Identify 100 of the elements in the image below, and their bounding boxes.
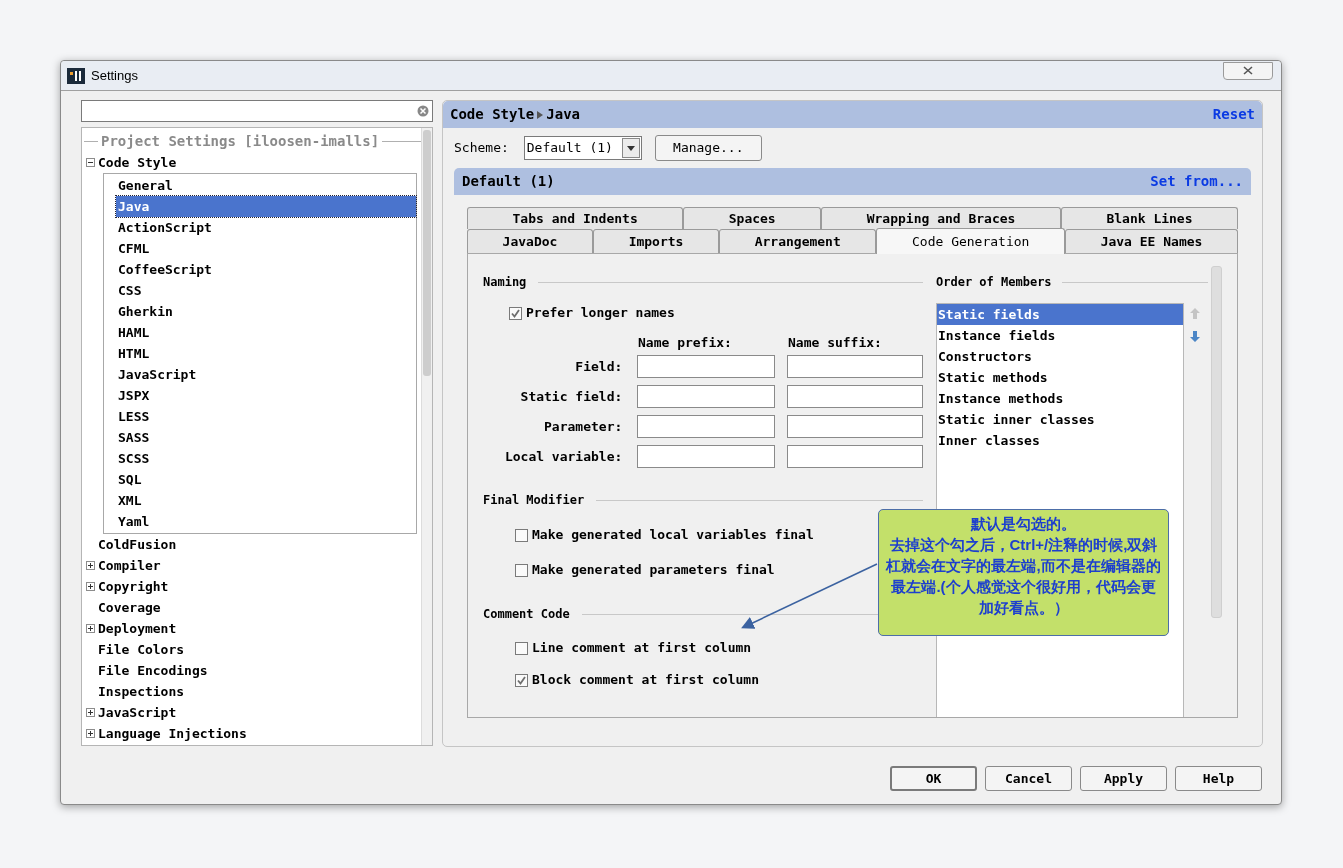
section-title: Final Modifier bbox=[483, 492, 586, 509]
tree-item[interactable]: ColdFusion bbox=[98, 534, 177, 555]
tree-item[interactable]: Deployment bbox=[98, 618, 177, 639]
dialog-button[interactable]: Help bbox=[1175, 766, 1262, 791]
checkbox[interactable] bbox=[515, 673, 528, 687]
manage-button[interactable]: Manage... bbox=[654, 135, 762, 161]
tree-item[interactable]: General bbox=[116, 175, 416, 196]
checkbox[interactable] bbox=[509, 306, 522, 320]
tab[interactable]: Java EE Names bbox=[1065, 229, 1238, 253]
suffix-field[interactable] bbox=[786, 385, 923, 408]
tree-item[interactable]: HTML bbox=[116, 343, 416, 364]
tree-item[interactable]: Copyright bbox=[98, 576, 169, 597]
clear-icon bbox=[417, 105, 429, 117]
tab[interactable]: Wrapping and Braces bbox=[821, 207, 1061, 229]
search-field[interactable] bbox=[81, 100, 433, 122]
tree-item[interactable]: Language Injections bbox=[98, 723, 247, 744]
list-item[interactable]: Static fields bbox=[937, 304, 1183, 325]
list-item[interactable]: Static methods bbox=[937, 367, 1183, 388]
callout-text: 去掉这个勾之后，Ctrl+/注释的时候,双斜杠就会在文字的最左端,而不是在编辑器的最左端.(个人感觉这个很好用，代码会更加好看点。） bbox=[885, 535, 1162, 618]
tree-item[interactable]: CSS bbox=[116, 280, 416, 301]
prefix-field[interactable] bbox=[637, 385, 775, 408]
tree-item[interactable]: Code Style bbox=[98, 152, 177, 173]
tree-item[interactable]: CFML bbox=[116, 238, 416, 259]
prefix-field[interactable] bbox=[637, 415, 775, 438]
collapse-icon[interactable] bbox=[86, 158, 95, 167]
tree-item[interactable]: File Encodings bbox=[98, 660, 208, 681]
checkbox[interactable] bbox=[515, 528, 528, 542]
tree-item[interactable]: LESS bbox=[116, 406, 416, 427]
tree-item[interactable]: SQL bbox=[116, 469, 416, 490]
dialog-button[interactable]: Apply bbox=[1080, 766, 1167, 791]
close-button[interactable] bbox=[1223, 61, 1273, 80]
callout-title: 默认是勾选的。 bbox=[971, 514, 1076, 534]
tree-item[interactable]: ActionScript bbox=[116, 217, 416, 238]
section-title: Comment Code bbox=[483, 606, 571, 623]
list-item[interactable]: Constructors bbox=[937, 346, 1183, 367]
field-label: Field: bbox=[574, 357, 623, 376]
field-label: Parameter: bbox=[543, 417, 623, 436]
expand-icon[interactable] bbox=[86, 582, 95, 591]
section-title: Project Settings [iloosen-imalls] bbox=[100, 131, 381, 151]
tree-item[interactable]: JSPX bbox=[116, 385, 416, 406]
tab[interactable]: Arrangement bbox=[719, 229, 877, 253]
column-header: Name prefix: bbox=[638, 334, 733, 349]
section-title: Naming bbox=[483, 274, 528, 291]
dialog-button[interactable]: Cancel bbox=[985, 766, 1072, 791]
set-from-link[interactable]: Set from... bbox=[1150, 171, 1243, 192]
tree-item[interactable]: SCSS bbox=[116, 448, 416, 469]
tree-item[interactable]: JavaScript bbox=[98, 702, 177, 723]
move-down-icon[interactable] bbox=[1189, 330, 1201, 343]
checkbox[interactable] bbox=[515, 641, 528, 655]
tree-item[interactable]: Compiler bbox=[98, 555, 161, 576]
checkbox-label: Block comment at first column bbox=[532, 671, 759, 690]
tree-item[interactable]: XML bbox=[116, 490, 416, 511]
prefix-field[interactable] bbox=[637, 355, 775, 378]
suffix-field[interactable] bbox=[786, 415, 923, 438]
reset-link[interactable]: Reset bbox=[1212, 104, 1255, 125]
list-item[interactable]: Static inner classes bbox=[937, 409, 1183, 430]
scheme-label: Scheme: bbox=[454, 139, 509, 158]
checkbox-label: Prefer longer names bbox=[526, 304, 675, 323]
field-label: Local variable: bbox=[503, 447, 623, 466]
tree-item[interactable]: HAML bbox=[116, 322, 416, 343]
window-title: Settings bbox=[91, 66, 138, 85]
scheme-dropdown[interactable]: Default (1) bbox=[523, 136, 642, 160]
tree-item[interactable]: JavaScript bbox=[116, 364, 416, 385]
suffix-field[interactable] bbox=[786, 445, 923, 468]
checkbox-label: Line comment at first column bbox=[532, 639, 752, 658]
prefix-field[interactable] bbox=[637, 445, 775, 468]
expand-icon[interactable] bbox=[86, 561, 95, 570]
tab[interactable]: Imports bbox=[593, 229, 720, 253]
column-header: Name suffix: bbox=[788, 334, 882, 349]
app-logo-icon bbox=[67, 67, 85, 84]
list-item[interactable]: Inner classes bbox=[937, 430, 1183, 451]
tab[interactable]: Code Generation bbox=[876, 228, 1066, 254]
breadcrumb-item: Java bbox=[546, 105, 580, 124]
checkbox[interactable] bbox=[515, 563, 528, 577]
breadcrumb-item: Code Style bbox=[450, 105, 535, 124]
tree-item[interactable]: SASS bbox=[116, 427, 416, 448]
checkbox-label: Make generated local variables final bbox=[532, 526, 814, 545]
expand-icon[interactable] bbox=[86, 708, 95, 717]
scheme-title: Default (1) bbox=[462, 172, 555, 191]
checkbox-label: Make generated parameters final bbox=[532, 561, 775, 580]
tab[interactable]: Spaces bbox=[683, 207, 822, 229]
tab[interactable]: JavaDoc bbox=[467, 229, 594, 253]
field-label: Static field: bbox=[519, 387, 623, 406]
tree-item[interactable]: Java bbox=[116, 196, 416, 217]
list-item[interactable]: Instance methods bbox=[937, 388, 1183, 409]
expand-icon[interactable] bbox=[86, 729, 95, 738]
breadcrumb-arrow-icon bbox=[536, 109, 545, 120]
suffix-field[interactable] bbox=[786, 355, 923, 378]
tree-item[interactable]: File Colors bbox=[98, 639, 185, 660]
tree-item[interactable]: CoffeeScript bbox=[116, 259, 416, 280]
expand-icon[interactable] bbox=[86, 624, 95, 633]
dialog-button[interactable]: OK bbox=[890, 766, 977, 791]
tab[interactable]: Tabs and Indents bbox=[467, 207, 684, 229]
tree-item[interactable]: Yaml bbox=[116, 511, 416, 532]
tree-item[interactable]: Gherkin bbox=[116, 301, 416, 322]
tree-item[interactable]: Coverage bbox=[98, 597, 161, 618]
section-title: Order of Members bbox=[936, 274, 1053, 291]
tab[interactable]: Blank Lines bbox=[1060, 207, 1238, 229]
list-item[interactable]: Instance fields bbox=[937, 325, 1183, 346]
tree-item[interactable]: Inspections bbox=[98, 681, 185, 702]
